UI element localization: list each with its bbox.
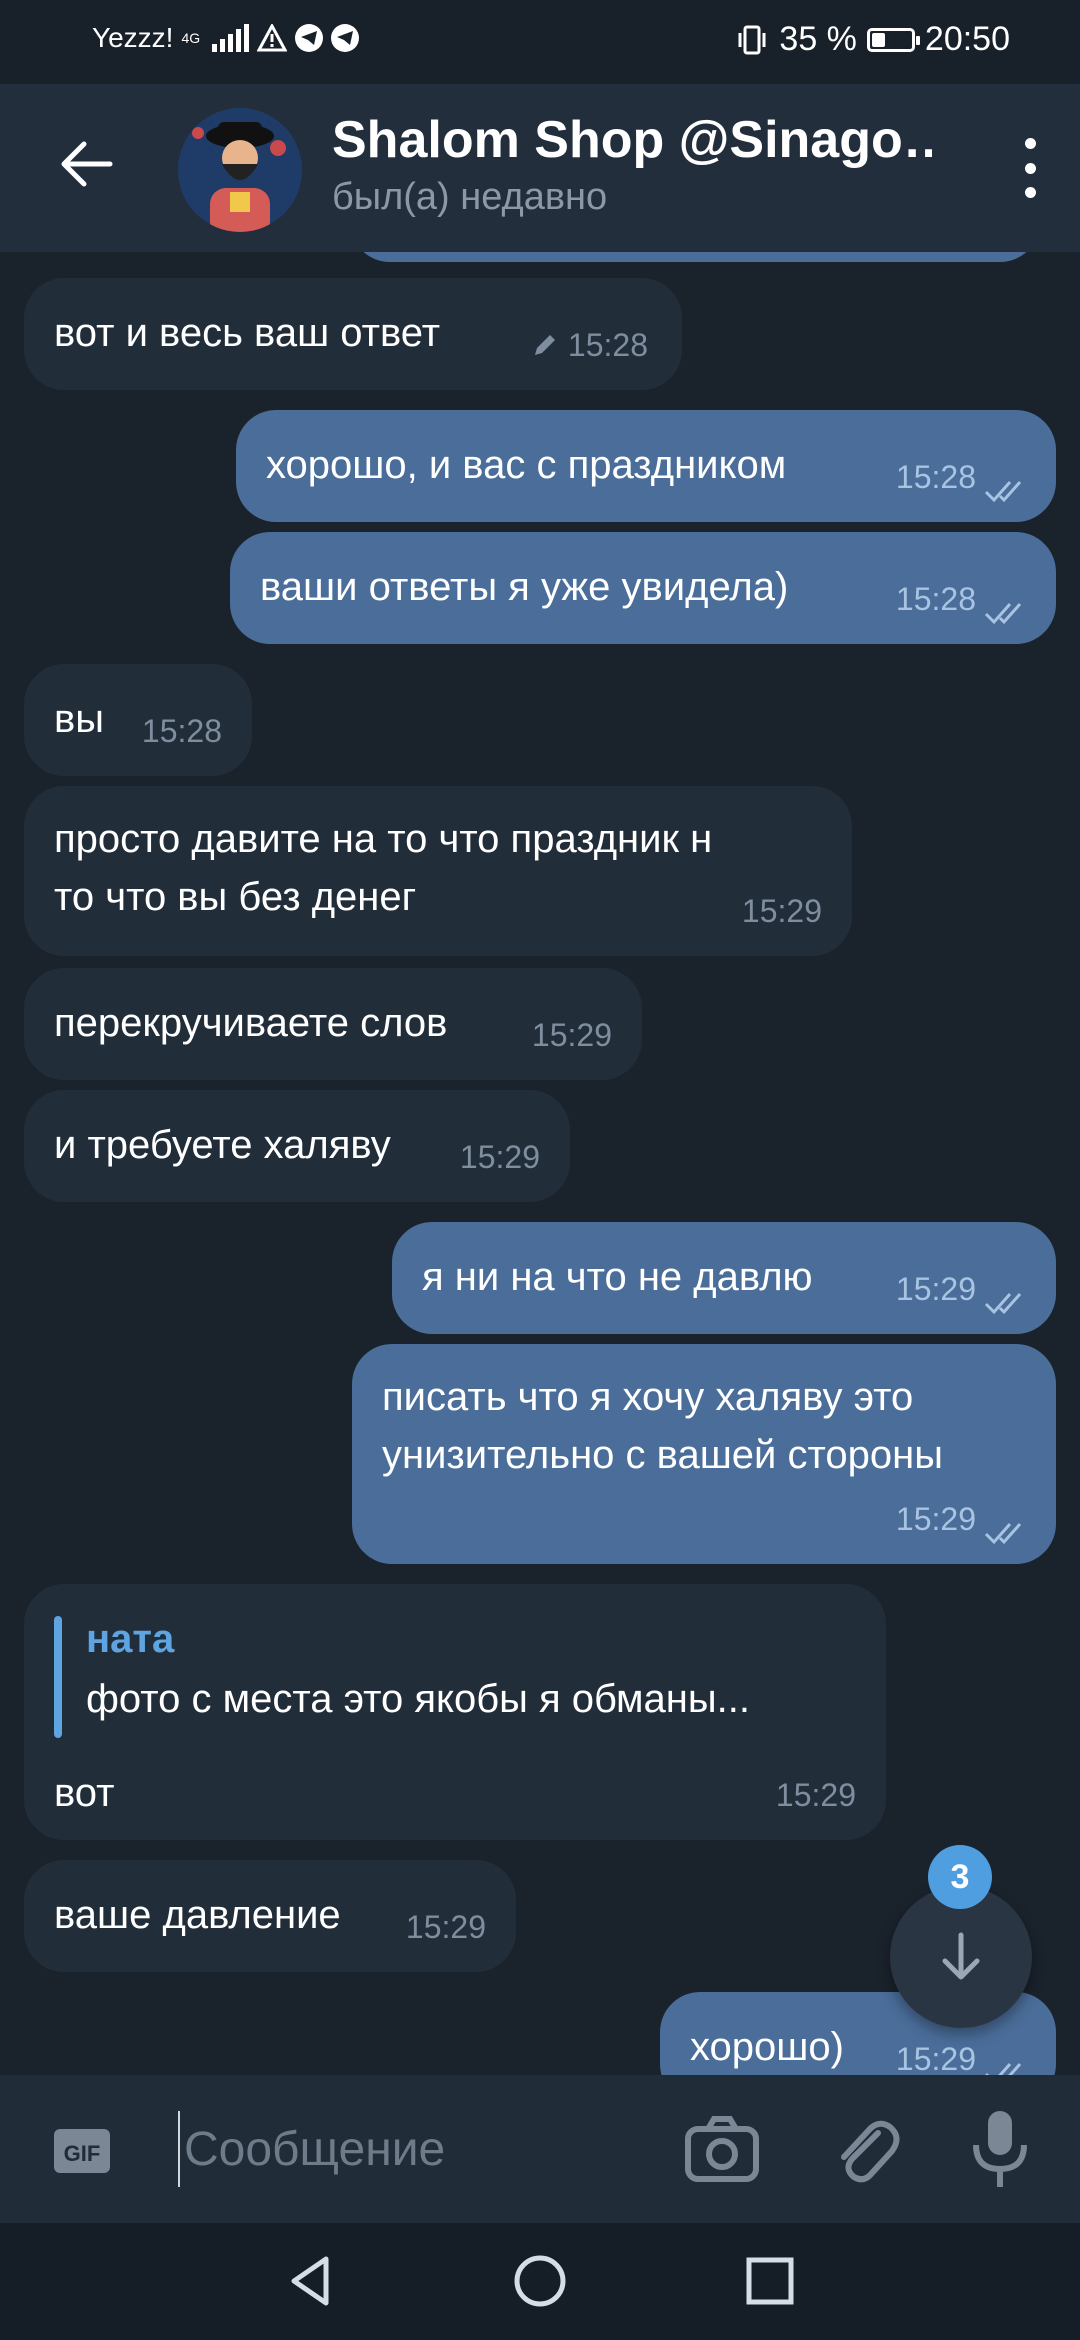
- status-left: Yezzz! 4G: [92, 22, 360, 54]
- message-text: ваше давление: [54, 1893, 341, 1937]
- status-right: 35 % 20:50: [735, 20, 1010, 59]
- message-text-line: просто давите на то что праздник н: [54, 817, 713, 861]
- telegram-icon: [295, 24, 324, 52]
- back-arrow-icon[interactable]: [54, 132, 118, 196]
- network-type: 4G: [181, 30, 201, 46]
- message-text: вы: [54, 697, 104, 741]
- message-bubble[interactable]: вот и весь ваш ответ 15:28: [24, 278, 682, 390]
- composer-bar: GIF: [0, 2075, 1080, 2223]
- reply-author[interactable]: ната: [86, 1610, 174, 1668]
- double-check-icon: [984, 1293, 1022, 1315]
- battery-icon: [866, 27, 920, 52]
- chat-status: был(а) недавно: [332, 176, 608, 218]
- chat-header: Shalom Shop @Sinago… был(а) недавно: [0, 84, 1080, 252]
- message-time: 15:29: [459, 1139, 540, 1175]
- reply-bar: [54, 1616, 62, 1738]
- vibrate-icon: [738, 25, 766, 54]
- nav-home-icon[interactable]: [510, 2251, 570, 2311]
- message-text-line: писать что я хочу халяву это: [382, 1375, 914, 1419]
- clock: 20:50: [924, 20, 1010, 58]
- unread-count-badge: 3: [928, 1845, 992, 1909]
- message-text: и требуете халяву: [54, 1123, 391, 1167]
- message-time: 15:29: [775, 1777, 856, 1813]
- nav-back-icon[interactable]: [282, 2251, 342, 2311]
- message-text: хорошо): [690, 2025, 844, 2069]
- message-text: вот и весь ваш ответ: [54, 311, 441, 355]
- double-check-icon: [985, 2063, 1022, 2075]
- message-bubble-partial: [350, 252, 1040, 262]
- message-text-line: унизительно с вашей стороны: [382, 1433, 943, 1477]
- pencil-icon: [534, 335, 555, 355]
- signal-icon: [212, 24, 250, 52]
- message-bubble[interactable]: хорошо, и вас с праздником 15:28: [236, 410, 1056, 522]
- chat-title[interactable]: Shalom Shop @Sinago…: [332, 110, 932, 170]
- status-bar: Yezzz! 4G 35 % 20:50: [0, 0, 1080, 84]
- message-bubble[interactable]: ваши ответы я уже увидела) 15:28: [230, 532, 1056, 644]
- avatar[interactable]: [178, 108, 302, 232]
- message-bubble[interactable]: и требуете халяву 15:29: [24, 1090, 570, 1202]
- message-bubble[interactable]: перекручиваете слов 15:29: [24, 968, 642, 1080]
- message-bubble[interactable]: вы 15:28: [24, 664, 252, 776]
- message-text: перекручиваете слов: [54, 1001, 448, 1045]
- message-time: 15:29: [895, 2041, 976, 2075]
- message-time: 15:29: [741, 893, 822, 929]
- message-text: хорошо, и вас с праздником: [266, 443, 787, 487]
- message-input[interactable]: [178, 2111, 668, 2187]
- nav-recents-icon[interactable]: [740, 2251, 800, 2311]
- message-bubble[interactable]: просто давите на то что праздник н то чт…: [24, 786, 852, 956]
- message-time: 15:28: [530, 316, 648, 374]
- message-bubble-reply[interactable]: ната фото с места это якобы я обманы... …: [24, 1584, 886, 1840]
- message-list[interactable]: вот и весь ваш ответ 15:28 хорошо, и вас…: [0, 252, 1080, 2075]
- telegram-icon: [331, 24, 360, 52]
- camera-icon[interactable]: [682, 2111, 762, 2191]
- message-text: вот: [54, 1771, 115, 1815]
- arrow-down-icon: [942, 1932, 980, 1980]
- more-vert-icon[interactable]: [1010, 138, 1050, 198]
- message-time: 15:28: [895, 581, 976, 617]
- message-time: 15:29: [531, 1017, 612, 1053]
- gif-icon[interactable]: GIF: [48, 2117, 116, 2185]
- double-check-icon: [984, 603, 1022, 625]
- system-nav-bar: [0, 2223, 1080, 2340]
- svg-text:GIF: GIF: [64, 2141, 101, 2166]
- message-time: 15:28: [141, 713, 222, 749]
- message-time: 15:28: [895, 459, 976, 495]
- double-check-icon: [984, 1523, 1022, 1545]
- message-bubble[interactable]: ваше давление 15:29: [24, 1860, 516, 1972]
- message-time: 15:29: [895, 1271, 976, 1307]
- carrier-name: Yezzz!: [92, 22, 174, 53]
- battery-percent: 35 %: [779, 20, 857, 58]
- message-text: ваши ответы я уже увидела): [260, 565, 789, 609]
- message-text-line: то что вы без денег: [54, 875, 417, 919]
- message-text: я ни на что не давлю: [422, 1255, 813, 1299]
- message-bubble[interactable]: я ни на что не давлю 15:29: [392, 1222, 1056, 1334]
- message-time: 15:29: [895, 1501, 976, 1537]
- message-time: 15:29: [405, 1909, 486, 1945]
- reply-text[interactable]: фото с места это якобы я обманы...: [86, 1670, 750, 1728]
- mic-icon[interactable]: [962, 2107, 1038, 2191]
- attach-icon[interactable]: [826, 2111, 906, 2191]
- double-check-icon: [984, 481, 1022, 503]
- message-bubble[interactable]: писать что я хочу халяву это унизительно…: [352, 1344, 1056, 1564]
- warning-icon: [257, 24, 288, 52]
- avatar-illustration: [178, 108, 302, 232]
